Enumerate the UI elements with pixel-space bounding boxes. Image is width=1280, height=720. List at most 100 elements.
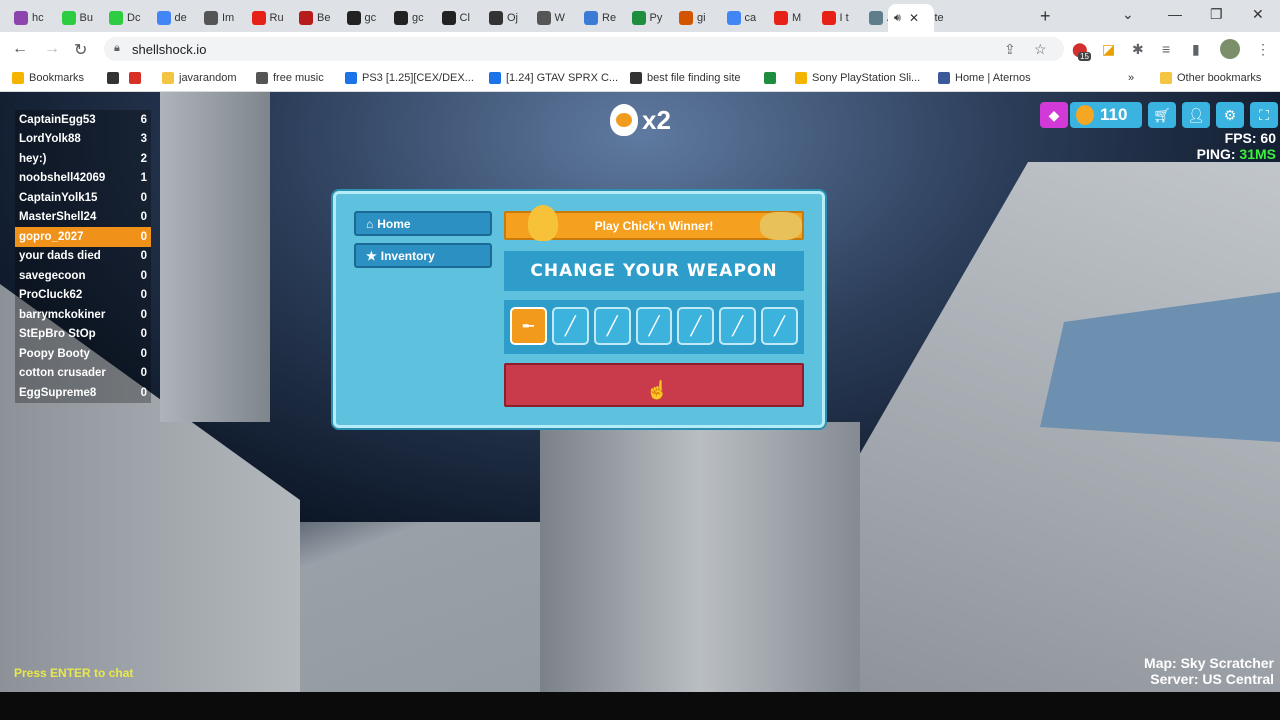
bookmark-item[interactable]: free music: [256, 72, 324, 84]
close-tab-icon[interactable]: ✕: [909, 11, 919, 25]
tab-label: M: [792, 12, 802, 24]
back-icon[interactable]: ←: [12, 40, 28, 58]
bookmark-item[interactable]: javarandom: [162, 72, 236, 84]
bookmark-item[interactable]: Other bookmarks: [1160, 72, 1261, 84]
bookmark-item[interactable]: best file finding site: [630, 72, 741, 84]
tab-favicon-icon: [14, 11, 28, 25]
player-score: 0: [140, 191, 147, 204]
bookmark-item[interactable]: Sony PlayStation Sli...: [795, 72, 920, 84]
side-panel-icon[interactable]: ▮: [1192, 41, 1200, 58]
player-name: LordYolk88: [19, 133, 81, 146]
share-icon[interactable]: ⇪: [1004, 41, 1016, 58]
add-friend-icon[interactable]: 👤︎: [1182, 102, 1210, 128]
browser-tab[interactable]: de: [151, 4, 197, 32]
new-tab-button[interactable]: +: [1040, 6, 1051, 27]
bookmark-star-icon[interactable]: ☆: [1034, 41, 1047, 58]
restore-icon[interactable]: ❐: [1210, 6, 1223, 23]
tab-favicon-icon: [679, 11, 693, 25]
tab-label: W: [554, 12, 565, 24]
extension-icon[interactable]: ◪: [1102, 41, 1115, 58]
address-bar[interactable]: [104, 37, 1064, 61]
bookmark-item[interactable]: [1.24] GTAV SPRX C...: [489, 72, 618, 84]
tab-favicon-icon: [299, 11, 313, 25]
url-text[interactable]: shellshock.io: [132, 42, 206, 57]
bookmark-item[interactable]: Bookmarks: [12, 72, 84, 84]
player-name: hey:): [19, 152, 47, 165]
browser-tab[interactable]: M: [768, 4, 814, 32]
tab-label: de: [174, 12, 187, 24]
browser-tab[interactable]: Bu: [56, 4, 102, 32]
bookmark-label: free music: [273, 72, 324, 84]
bookmark-item[interactable]: Home | Aternos: [938, 72, 1031, 84]
weapon-trihard-icon[interactable]: ╱: [761, 307, 799, 345]
browser-tab[interactable]: Re: [578, 4, 624, 32]
tab-favicon-icon: [346, 11, 361, 25]
tab-label: Cl: [459, 12, 470, 24]
browser-tab[interactable]: gi: [673, 4, 719, 32]
close-window-icon[interactable]: ✕: [1252, 6, 1264, 23]
fullscreen-icon[interactable]: ⛶: [1250, 102, 1278, 128]
tab-label: Bu: [79, 12, 93, 24]
tab-label: te: [934, 12, 944, 24]
bookmark-item[interactable]: [764, 72, 776, 84]
leaderboard-row: EggSupreme8 0: [15, 383, 151, 403]
tab-favicon-icon: [821, 11, 836, 25]
active-tab[interactable]: 🔊︎ ✕: [888, 4, 934, 32]
player-score: 0: [140, 250, 147, 263]
tab-label: Re: [602, 12, 617, 24]
screen: hcBuDcdeImRuBegcgcClOjWRePygicaMI tAte🔊︎…: [0, 0, 1280, 720]
bookmark-item[interactable]: [107, 72, 119, 84]
lock-icon: 🔒︎: [114, 42, 120, 54]
tab-favicon-icon: [584, 11, 598, 25]
player-name: savegecoon: [19, 269, 86, 282]
browser-tab[interactable]: gc: [388, 4, 434, 32]
home-button[interactable]: ⌂ Home: [354, 211, 492, 236]
bookmark-favicon-icon: [107, 72, 119, 84]
puzzle-icon[interactable]: ✱: [1132, 41, 1144, 58]
weapon-free-ranger-icon[interactable]: ╱: [593, 307, 631, 345]
forward-icon[interactable]: →: [44, 40, 60, 58]
media-icon[interactable]: ≡: [1162, 41, 1170, 57]
inventory-button[interactable]: ★ Inventory: [354, 243, 492, 268]
browser-tab[interactable]: Im: [198, 4, 244, 32]
browser-tab[interactable]: Be: [293, 4, 339, 32]
weapon-scrambler-icon[interactable]: ╱: [551, 307, 589, 345]
player-name: cotton crusader: [19, 367, 106, 380]
more-bookmarks-button[interactable]: »: [1128, 72, 1134, 84]
browser-tab[interactable]: I t: [816, 4, 862, 32]
reload-icon[interactable]: ↻: [74, 40, 87, 60]
browser-tab[interactable]: Ru: [246, 4, 292, 32]
browser-tab[interactable]: W: [531, 4, 577, 32]
tab-label: I t: [839, 12, 849, 24]
leaderboard-row: gopro_2027 0: [15, 227, 151, 247]
browser-tab[interactable]: Cl: [436, 4, 482, 32]
bookmark-item[interactable]: PS3 [1.25][CEX/DEX...: [345, 72, 474, 84]
browser-tab[interactable]: Py: [626, 4, 672, 32]
weapon-eggk47-icon[interactable]: ╾: [510, 307, 547, 345]
browser-tab[interactable]: Dc: [103, 4, 149, 32]
bookmark-item[interactable]: [129, 72, 141, 84]
fps-text: FPS: 60: [1224, 130, 1276, 146]
player-score: 0: [140, 230, 147, 243]
browser-tab[interactable]: gc: [341, 4, 387, 32]
gem-shop-icon[interactable]: ◆: [1040, 102, 1068, 128]
profile-avatar[interactable]: [1220, 39, 1240, 59]
browser-tab[interactable]: Oj: [483, 4, 529, 32]
tab-search-icon[interactable]: ⌄: [1122, 6, 1134, 23]
browser-tab[interactable]: hc: [8, 4, 54, 32]
chat-hint[interactable]: Press ENTER to chat: [14, 666, 133, 680]
minimize-icon[interactable]: —: [1168, 6, 1182, 22]
player-score: 0: [140, 269, 147, 282]
perf-stats: FPS: 60 PING: 31MS: [1197, 130, 1276, 162]
browser-tab[interactable]: ca: [721, 4, 767, 32]
weapon-rpegg-icon[interactable]: ╱: [635, 307, 673, 345]
bookmark-favicon-icon: [129, 72, 141, 84]
weapon-crackshot-icon[interactable]: ╱: [719, 307, 757, 345]
pillar-left: [160, 92, 270, 422]
shop-cart-icon[interactable]: 🛒︎: [1148, 102, 1176, 128]
weapon-whipper-icon[interactable]: ╱: [677, 307, 715, 345]
menu-icon[interactable]: ⋮: [1256, 41, 1270, 58]
leaderboard-row: LordYolk88 3: [15, 129, 151, 149]
settings-gear-icon[interactable]: ⚙: [1216, 102, 1244, 128]
leaderboard-row: MasterShell24 0: [15, 207, 151, 227]
